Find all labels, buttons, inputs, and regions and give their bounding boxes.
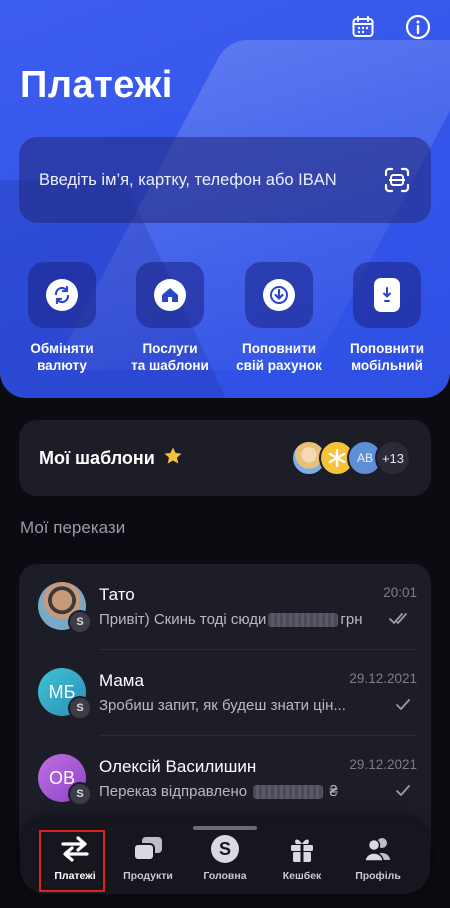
tab-label: Кешбек: [282, 870, 322, 882]
services-templates-button[interactable]: Послуги та шаблони: [115, 262, 225, 374]
page-title: Платежі: [20, 64, 173, 106]
my-templates-card[interactable]: Мої шаблони AB +13: [19, 420, 431, 496]
message-time: 29.12.2021: [349, 757, 417, 772]
message-preview: Привіт) Скинь тоді сюди грн: [99, 611, 363, 628]
cards-icon: [108, 834, 188, 864]
exchange-currency-button[interactable]: Обміняти валюту: [7, 262, 117, 374]
section-title-transfers: Мої перекази: [20, 518, 126, 537]
contact-name: Мама: [99, 671, 144, 690]
active-tab-highlight: [39, 830, 105, 892]
more-templates-count: +13: [375, 440, 411, 476]
info-icon[interactable]: [405, 14, 431, 40]
tab-label: Головна: [203, 870, 247, 882]
search-placeholder: Введіть ім’я, картку, телефон або IBAN: [39, 170, 337, 189]
list-item[interactable]: МБ S Мама 29.12.2021 Зробиш запит, як бу…: [19, 650, 431, 736]
star-icon: [163, 446, 183, 471]
check-icon: [395, 698, 411, 717]
message-preview: Зробиш запит, як будеш знати цін...: [99, 697, 346, 714]
double-check-icon: [389, 612, 411, 631]
status-badge: S: [68, 696, 92, 720]
template-avatars: AB +13: [291, 440, 411, 476]
contact-name: Олексій Василишин: [99, 757, 257, 776]
tab-label: Продукти: [123, 870, 173, 882]
profile-icon: [338, 834, 418, 864]
tab-home[interactable]: S Головна: [185, 834, 265, 882]
tab-label: Профіль: [355, 870, 401, 882]
status-badge: S: [68, 610, 92, 634]
dollar-coin-icon: S: [185, 834, 265, 864]
message-time: 29.12.2021: [349, 671, 417, 686]
home-icon: [154, 279, 186, 311]
message-preview: Переказ відправлено ₴: [99, 783, 338, 800]
scan-icon[interactable]: [383, 166, 411, 194]
top-up-mobile-button[interactable]: Поповнити мобільний: [332, 262, 442, 374]
search-input[interactable]: Введіть ім’я, картку, телефон або IBAN: [19, 137, 431, 223]
exchange-icon: [46, 279, 78, 311]
tab-bar-handle: [193, 826, 257, 830]
gift-icon: [262, 834, 342, 864]
exchange-currency-label: Обміняти валюту: [30, 341, 94, 373]
top-up-account-label: Поповнити свій рахунок: [236, 341, 322, 373]
top-up-account-button[interactable]: Поповнити свій рахунок: [224, 262, 334, 374]
tab-profile[interactable]: Профіль: [338, 834, 418, 882]
contact-name: Тато: [99, 585, 135, 604]
download-icon: [263, 279, 295, 311]
list-item[interactable]: S Тато 20:01 Привіт) Скинь тоді сюди грн: [19, 564, 431, 650]
my-templates-title: Мої шаблони: [39, 447, 155, 468]
top-up-mobile-label: Поповнити мобільний: [349, 341, 424, 373]
phone-icon: [374, 278, 400, 312]
tab-cashback[interactable]: Кешбек: [262, 834, 342, 882]
transfers-list: S Тато 20:01 Привіт) Скинь тоді сюди грн …: [19, 564, 431, 864]
check-icon: [395, 784, 411, 803]
list-item[interactable]: ОВ S Олексій Василишин 29.12.2021 Перека…: [19, 736, 431, 822]
tab-products[interactable]: Продукти: [108, 834, 188, 882]
services-templates-label: Послуги та шаблони: [131, 341, 209, 373]
status-badge: S: [68, 782, 92, 806]
message-time: 20:01: [383, 585, 417, 600]
calendar-icon[interactable]: [350, 14, 376, 40]
svg-text:S: S: [219, 839, 231, 859]
